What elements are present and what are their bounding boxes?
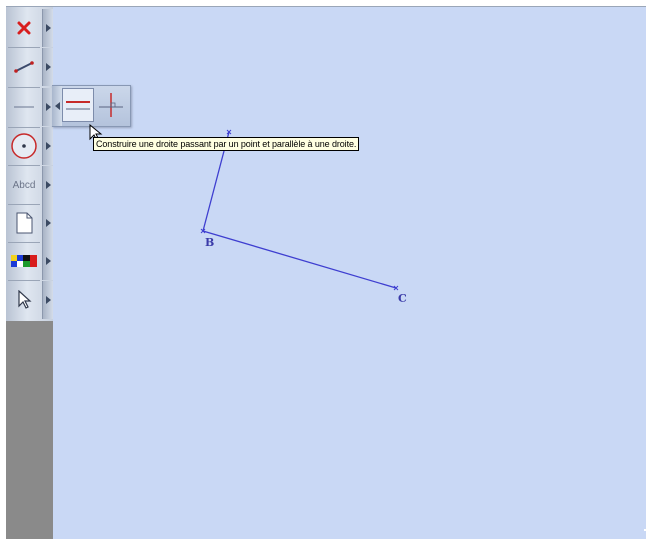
drawing-canvas[interactable]: B C (53, 7, 646, 539)
geometry-figure: B C (200, 129, 407, 305)
flyout-collapse-arrow[interactable] (52, 86, 62, 126)
measure-tool-button[interactable]: Abcd (6, 166, 42, 204)
segment-icon (14, 61, 34, 73)
point-c-label: C (398, 292, 407, 305)
pointer-tool-button[interactable] (6, 281, 42, 319)
point-b-label: B (205, 236, 214, 249)
segment-tool-button[interactable] (6, 48, 42, 86)
tool-palette-strip: Abcd (6, 7, 54, 321)
parallel-line-icon (66, 101, 90, 110)
pointer-icon (18, 290, 32, 309)
document-icon (16, 212, 33, 234)
measure-icon: Abcd (12, 179, 36, 191)
line-icon (14, 106, 34, 108)
geometry-app-window: Abcd B C Construire une droite passant p… (6, 6, 646, 539)
line-tools-flyout (52, 85, 131, 127)
circle-tool-button[interactable] (6, 127, 42, 165)
new-document-tool-button[interactable] (6, 204, 42, 242)
segment-b-c[interactable] (202, 230, 397, 289)
line-tool-button[interactable] (6, 88, 42, 126)
delete-tool-button[interactable] (6, 9, 42, 47)
perpendicular-line-button[interactable] (95, 88, 127, 122)
resize-corner[interactable] (644, 529, 646, 531)
tool-tooltip: Construire une droite passant par un poi… (93, 137, 360, 151)
parallel-line-button[interactable] (62, 88, 94, 122)
tool-palette: Abcd (6, 7, 54, 539)
color-tool-button[interactable] (6, 242, 42, 280)
color-palette-icon (11, 255, 37, 267)
circle-icon (11, 133, 37, 159)
red-x-icon (17, 21, 31, 35)
perpendicular-line-icon (99, 93, 123, 117)
